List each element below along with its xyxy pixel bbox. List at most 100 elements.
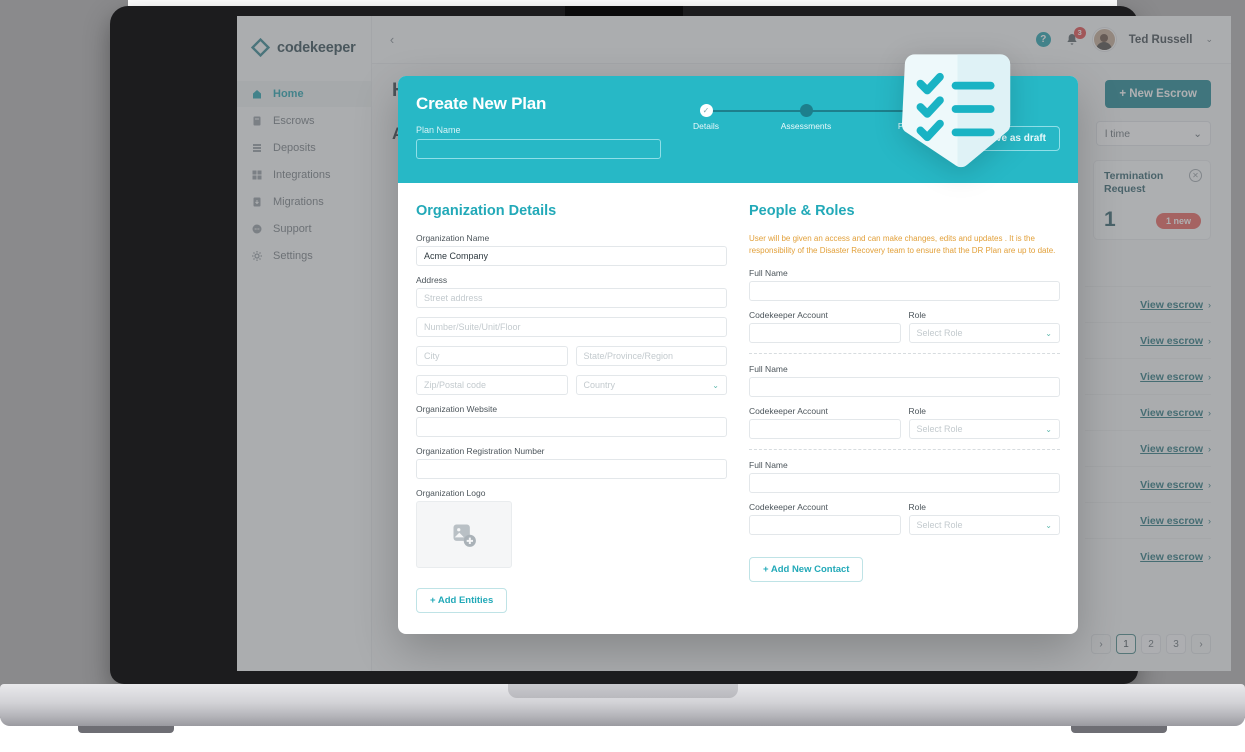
list-item: View escrow › [1085, 502, 1211, 538]
save-as-draft-button[interactable]: Save as draft [969, 126, 1060, 151]
sidebar-item-deposits[interactable]: Deposits [237, 135, 371, 161]
section-heading: Organization Details [416, 203, 557, 219]
role-select[interactable]: Select Role ⌄ [908, 419, 1060, 439]
image-add-icon [453, 524, 476, 547]
close-icon[interactable]: ✕ [1189, 169, 1202, 182]
account-label: Codekeeper Account [749, 502, 828, 512]
account-label: Codekeeper Account [749, 310, 828, 320]
chevron-down-icon: ⌄ [1045, 424, 1052, 434]
add-new-contact-button[interactable]: + Add New Contact [749, 557, 864, 582]
website-input[interactable] [416, 417, 727, 437]
country-select[interactable]: Country ⌄ [575, 375, 727, 395]
view-escrow-link[interactable]: View escrow [1140, 335, 1203, 347]
pagination-next[interactable]: › [1191, 634, 1211, 654]
state-input[interactable] [575, 346, 727, 366]
notifications-button[interactable]: 3 [1064, 26, 1086, 48]
sidebar-item-home[interactable]: Home [237, 81, 371, 107]
contact-block: Full Name Codekeeper Account Role Select… [749, 460, 1060, 539]
role-select[interactable]: Select Role ⌄ [908, 515, 1060, 535]
pagination: › 1 2 3 › [1091, 634, 1211, 654]
background-left [0, 0, 128, 718]
sidebar-item-label: Support [273, 223, 312, 235]
role-label: Role [908, 406, 926, 416]
sidebar-item-escrows[interactable]: Escrows [237, 108, 371, 134]
full-name-input[interactable] [749, 377, 1060, 397]
chevron-right-icon: › [1208, 479, 1211, 490]
city-input[interactable] [416, 346, 568, 366]
view-escrow-link[interactable]: View escrow [1140, 299, 1203, 311]
step-dot-done-icon [699, 104, 713, 117]
org-name-label: Organization Name [416, 233, 490, 243]
sidebar-item-support[interactable]: Support [237, 216, 371, 242]
sidebar-item-integrations[interactable]: Integrations [237, 162, 371, 188]
codekeeper-account-input[interactable] [749, 515, 901, 535]
list-item: View escrow › [1085, 286, 1211, 322]
registration-number-input[interactable] [416, 459, 727, 479]
brand[interactable]: codekeeper [237, 16, 371, 57]
contact-block: Full Name Codekeeper Account Role Select… [749, 364, 1060, 450]
chevron-down-icon: ⌄ [1045, 328, 1052, 338]
pagination-page-3[interactable]: 3 [1166, 634, 1186, 654]
gear-icon [252, 251, 262, 261]
pagination-prev[interactable]: › [1091, 634, 1111, 654]
step-dot-icon [799, 104, 813, 117]
codekeeper-account-input[interactable] [749, 419, 901, 439]
view-escrow-link[interactable]: View escrow [1140, 407, 1203, 419]
pagination-page-1[interactable]: 1 [1116, 634, 1136, 654]
time-range-value: l time [1105, 127, 1131, 140]
account-label: Codekeeper Account [749, 406, 828, 416]
contact-block: Full Name Codekeeper Account Role Select… [749, 268, 1060, 354]
chevron-down-icon[interactable]: ⌄ [1205, 34, 1213, 45]
new-escrow-button[interactable]: + New Escrow [1105, 80, 1211, 108]
full-name-input[interactable] [749, 473, 1060, 493]
full-name-input[interactable] [749, 281, 1060, 301]
sidebar-item-label: Deposits [273, 142, 316, 154]
view-escrow-link[interactable]: View escrow [1140, 515, 1203, 527]
step-details[interactable]: Details [676, 104, 736, 131]
step-assessments[interactable]: Assessments [776, 104, 836, 131]
org-name-input[interactable] [416, 246, 727, 266]
address-label: Address [416, 275, 448, 285]
sidebar-item-settings[interactable]: Settings [237, 243, 371, 269]
avatar[interactable] [1092, 28, 1116, 51]
view-escrow-link[interactable]: View escrow [1140, 551, 1203, 563]
modal-body: Organization Details Organization Name A… [398, 183, 1078, 631]
chevron-right-icon: › [1208, 515, 1211, 526]
time-range-select[interactable]: l time ⌄ [1096, 121, 1211, 146]
user-name: Ted Russell [1128, 33, 1193, 46]
role-label: Role [908, 502, 926, 512]
role-select[interactable]: Select Role ⌄ [908, 323, 1060, 343]
sidebar-item-migrations[interactable]: Migrations [237, 189, 371, 215]
plan-name-input[interactable] [416, 139, 661, 159]
zip-input[interactable] [416, 375, 568, 395]
help-icon: ? [1040, 34, 1047, 45]
diamond-logo-icon [251, 38, 270, 57]
support-chat-icon [252, 224, 262, 234]
view-escrow-link[interactable]: View escrow [1140, 371, 1203, 383]
add-entities-button[interactable]: + Add Entities [416, 588, 508, 613]
role-select-value: Select Role [916, 424, 963, 434]
help-button[interactable]: ? [1035, 32, 1051, 47]
sidebar-nav: Home Escrows Deposits Integrations Migra… [237, 81, 371, 269]
role-select-value: Select Role [916, 520, 963, 530]
sidebar-collapse-button[interactable]: ‹ [382, 30, 402, 50]
escrow-document-icon [253, 116, 261, 126]
view-escrow-link[interactable]: View escrow [1140, 479, 1203, 491]
chevron-right-icon: › [1208, 443, 1211, 454]
laptop-screen: codekeeper Home Escrows Deposits Integra… [237, 16, 1231, 671]
codekeeper-account-input[interactable] [749, 323, 901, 343]
deposits-stack-icon [253, 144, 261, 152]
unit-input[interactable] [416, 317, 727, 337]
registration-number-label: Organization Registration Number [416, 446, 545, 456]
pagination-page-2[interactable]: 2 [1141, 634, 1161, 654]
org-logo-label: Organization Logo [416, 488, 486, 498]
sidebar-item-label: Escrows [273, 115, 315, 127]
street-address-input[interactable] [416, 288, 727, 308]
view-escrow-link[interactable]: View escrow [1140, 443, 1203, 455]
termination-request-title: Termination Request [1104, 170, 1164, 196]
org-logo-upload[interactable] [416, 501, 512, 568]
step-preview[interactable]: Preview [883, 104, 943, 131]
website-label: Organization Website [416, 404, 498, 414]
sidebar-item-label: Home [273, 88, 304, 100]
people-warning-text: User will be given an access and can mak… [749, 234, 1056, 255]
